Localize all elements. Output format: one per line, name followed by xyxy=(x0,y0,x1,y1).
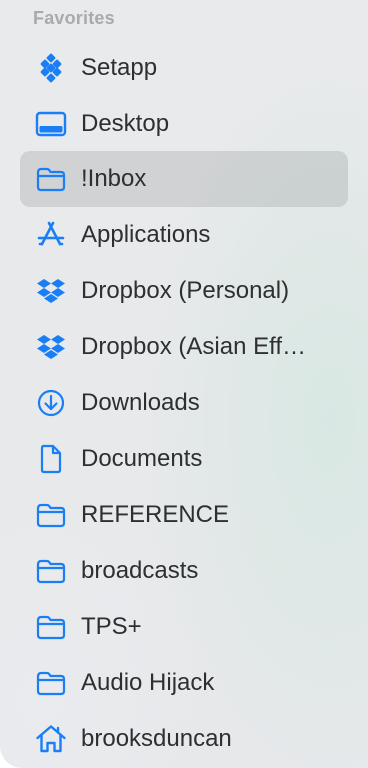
sidebar-item-dropbox-personal[interactable]: Dropbox (Personal) xyxy=(20,263,348,319)
sidebar-item-label: Dropbox (Personal) xyxy=(81,277,290,304)
desktop-icon xyxy=(34,109,68,139)
folder-icon xyxy=(34,612,68,642)
favorites-section-title: Favorites xyxy=(33,8,115,28)
dropbox-icon xyxy=(34,332,68,362)
sidebar-item-label: Downloads xyxy=(81,389,200,416)
sidebar-item-label: Desktop xyxy=(81,110,170,137)
sidebar-item-tps-plus[interactable]: TPS+ xyxy=(20,599,348,655)
sidebar-item-home[interactable]: brooksduncan xyxy=(20,711,348,767)
sidebar-item-label: broadcasts xyxy=(81,557,199,584)
sidebar-item-reference[interactable]: REFERENCE xyxy=(20,487,348,543)
folder-icon xyxy=(34,164,68,194)
home-icon xyxy=(34,724,68,754)
sidebar-item-audio-hijack[interactable]: Audio Hijack xyxy=(20,655,348,711)
folder-icon xyxy=(34,668,68,698)
sidebar-item-inbox[interactable]: !Inbox xyxy=(20,151,348,207)
folder-icon xyxy=(34,556,68,586)
sidebar-item-label: Audio Hijack xyxy=(81,669,215,696)
sidebar-item-dropbox-asian-eff[interactable]: Dropbox (Asian Eff… xyxy=(20,319,348,375)
sidebar-item-label: Applications xyxy=(81,221,211,248)
sidebar-item-documents[interactable]: Documents xyxy=(20,431,348,487)
sidebar-item-broadcasts[interactable]: broadcasts xyxy=(20,543,348,599)
sidebar-item-setapp[interactable]: Setapp xyxy=(20,40,348,96)
sidebar-item-label: brooksduncan xyxy=(81,725,232,752)
sidebar-item-label: Documents xyxy=(81,445,203,472)
sidebar-item-applications[interactable]: Applications xyxy=(20,207,348,263)
dropbox-icon xyxy=(34,276,68,306)
sidebar-item-label: Setapp xyxy=(81,54,158,81)
sidebar-item-downloads[interactable]: Downloads xyxy=(20,375,348,431)
setapp-icon xyxy=(34,53,68,83)
sidebar-item-label: Dropbox (Asian Eff… xyxy=(81,333,306,360)
applications-icon xyxy=(34,220,68,250)
finder-sidebar: Favorites Setapp Desktop !Inbox Applicat… xyxy=(0,0,368,768)
sidebar-item-label: TPS+ xyxy=(81,613,142,640)
sidebar-item-label: !Inbox xyxy=(81,165,147,192)
sidebar-item-label: REFERENCE xyxy=(81,501,230,528)
folder-icon xyxy=(34,500,68,530)
sidebar-item-desktop[interactable]: Desktop xyxy=(20,96,348,152)
document-icon xyxy=(34,444,68,474)
downloads-icon xyxy=(34,388,68,418)
